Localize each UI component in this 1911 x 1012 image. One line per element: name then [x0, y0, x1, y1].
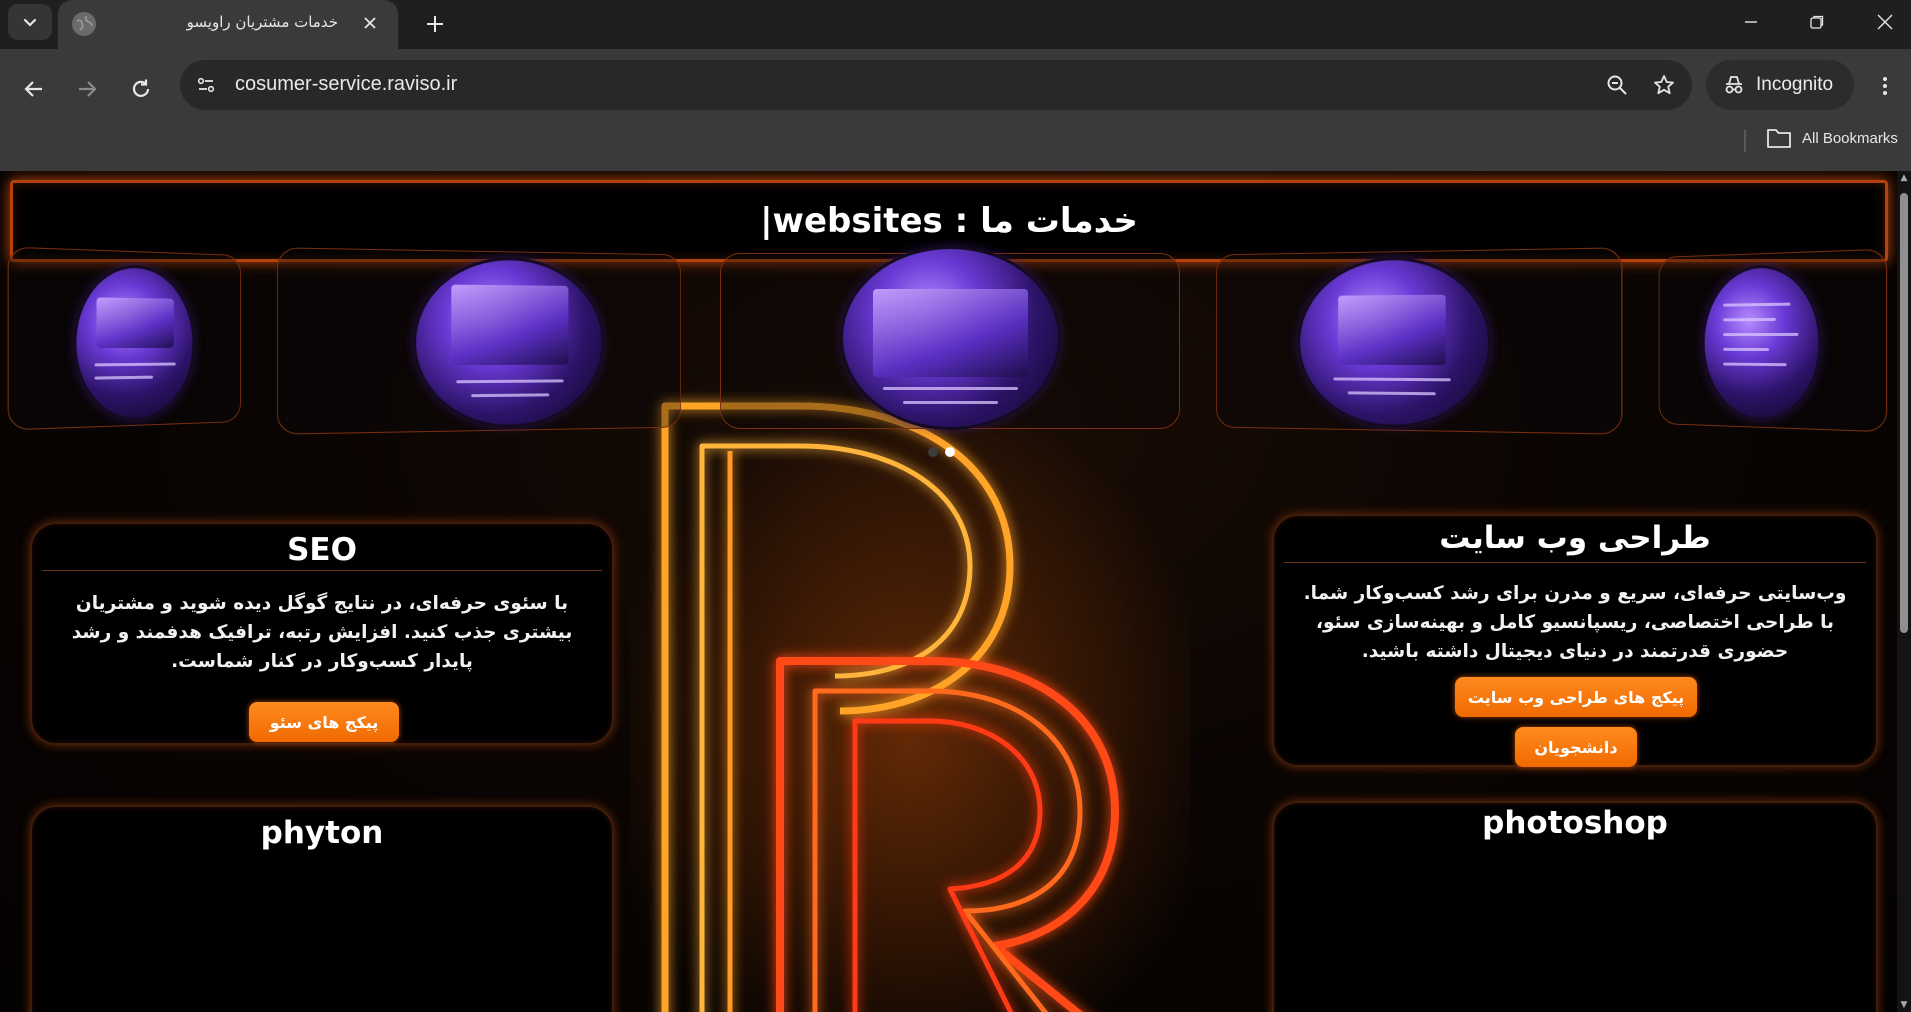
zoom-button[interactable] — [1601, 69, 1633, 101]
tab-title: خدمات مشتریان راویسو — [186, 13, 338, 31]
back-icon — [24, 81, 42, 97]
restore-icon — [1810, 15, 1824, 29]
forward-icon — [79, 81, 97, 97]
photoshop-service-card: photoshop — [1272, 801, 1878, 1012]
address-bar[interactable]: cosumer-service.raviso.ir — [180, 60, 1692, 110]
carousel-slide-seo[interactable] — [1215, 247, 1623, 435]
url-text[interactable]: cosumer-service.raviso.ir — [235, 73, 457, 96]
close-window-button[interactable] — [1857, 0, 1911, 44]
python-card-title: phyton — [260, 815, 384, 851]
seo-card-title: SEO — [287, 532, 357, 568]
python-image — [1704, 266, 1819, 420]
bookmarks-separator — [1744, 130, 1746, 152]
incognito-profile-button[interactable]: Incognito — [1706, 60, 1854, 110]
tab-strip: خدمات مشتریان راویسو — [0, 0, 1911, 49]
seo-card-description: با سئوی حرفه‌ای، در نتایج گوگل دیده شوید… — [71, 593, 573, 672]
reload-button[interactable] — [121, 69, 161, 109]
back-button[interactable] — [14, 69, 54, 109]
minimize-button[interactable] — [1723, 0, 1779, 44]
page-title: خدمات ما : websites — [772, 201, 1138, 241]
photoshop-card-title: photoshop — [1482, 805, 1668, 841]
scroll-down-arrow[interactable]: ▼ — [1899, 1000, 1909, 1010]
incognito-label: Incognito — [1756, 74, 1834, 95]
carousel-slide-photo-editing[interactable] — [276, 247, 682, 435]
restore-button[interactable] — [1789, 0, 1845, 44]
more-icon — [1883, 77, 1887, 95]
more-menu-button[interactable] — [1868, 69, 1902, 103]
web-design-service-card: طراحی وب سایت وب‌سایتی حرفه‌ای، سریع و م… — [1272, 514, 1878, 767]
carousel-slide-python[interactable] — [1658, 248, 1888, 433]
carousel-dot-1[interactable] — [928, 447, 938, 457]
page-viewport: | خدمات ما : websites — [0, 171, 1911, 1012]
neon-r-logo — [630, 391, 1190, 1012]
web-design-card-title: طراحی وب سایت — [1439, 520, 1711, 556]
seo-packages-button[interactable]: پیکج های سئو — [249, 702, 399, 742]
scrollbar-thumb[interactable] — [1900, 193, 1908, 633]
plus-icon — [427, 16, 443, 32]
typing-cursor: | — [760, 201, 773, 241]
carousel-dot-2[interactable] — [945, 447, 955, 457]
python-service-card: phyton — [30, 805, 614, 1012]
seo-image — [1300, 258, 1488, 427]
incognito-icon — [1725, 76, 1743, 94]
globe-icon — [72, 12, 96, 36]
reload-icon — [132, 79, 150, 97]
carousel-slide-web-design[interactable] — [720, 249, 1180, 429]
minimize-icon — [1745, 21, 1757, 23]
seo-service-card: SEO با سئوی حرفه‌ای، در نتایج گوگل دیده … — [30, 522, 614, 745]
browser-toolbar: cosumer-service.raviso.ir Incognito All … — [0, 49, 1911, 171]
tab-search-button[interactable] — [8, 4, 52, 40]
site-info-button[interactable] — [188, 67, 224, 103]
star-icon — [1654, 75, 1674, 95]
carousel-slide-video-editing[interactable] — [7, 246, 242, 431]
new-tab-button[interactable] — [418, 7, 452, 41]
all-bookmarks-button[interactable]: All Bookmarks — [1766, 127, 1898, 149]
active-tab[interactable]: خدمات مشتریان راویسو — [58, 0, 398, 49]
web-design-image — [843, 249, 1058, 427]
video-editing-image — [76, 266, 193, 420]
chevron-down-icon — [23, 18, 37, 27]
page-scrollbar[interactable]: ▲ ▼ — [1897, 171, 1911, 1012]
web-design-packages-button[interactable]: پیکج های طراحی وب سایت — [1455, 677, 1697, 717]
forward-button[interactable] — [67, 69, 107, 109]
students-button[interactable]: دانشجویان — [1515, 727, 1637, 767]
all-bookmarks-label: All Bookmarks — [1802, 129, 1898, 147]
web-design-card-description: وب‌سایتی حرفه‌ای، سریع و مدرن برای رشد ک… — [1303, 583, 1847, 662]
close-icon — [364, 17, 376, 29]
folder-icon — [1767, 129, 1791, 148]
bookmark-star-button[interactable] — [1648, 69, 1680, 101]
close-icon — [1877, 14, 1893, 30]
site-info-icon — [197, 77, 215, 93]
close-tab-button[interactable] — [356, 9, 384, 37]
zoom-icon — [1607, 75, 1627, 95]
scroll-up-arrow[interactable]: ▲ — [1899, 173, 1909, 183]
photo-editing-image — [416, 258, 602, 427]
